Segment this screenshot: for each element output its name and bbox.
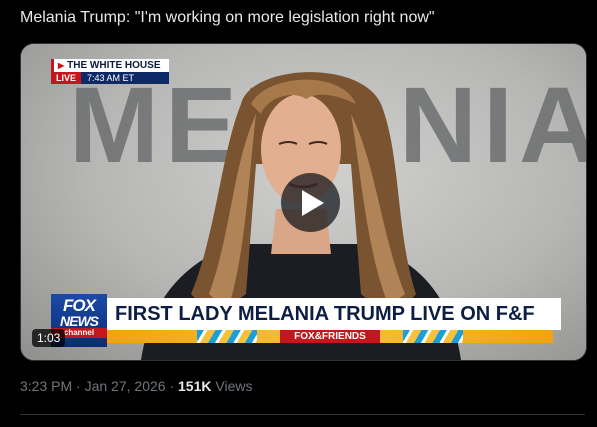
show-ticker: FOX&FRIENDS	[107, 330, 553, 343]
logo-line-fox: FOX	[63, 296, 96, 315]
show-name: FOX&FRIENDS	[280, 330, 380, 343]
duration-badge: 1:03	[32, 329, 66, 347]
post-date[interactable]: Jan 27, 2026	[85, 378, 166, 394]
divider	[20, 414, 585, 415]
bug-time: 7:43 AM ET	[81, 72, 169, 84]
ticker-stripes-right	[403, 330, 463, 343]
live-label: LIVE	[51, 72, 82, 84]
video-player[interactable]: MELANIA ▶ THE WHITE HOUSE LIVE 7:43 AM E…	[20, 43, 587, 361]
separator: ·	[76, 378, 81, 394]
separator: ·	[169, 378, 175, 394]
logo-line-news: NEWS	[60, 313, 99, 329]
bug-status: LIVE 7:43 AM ET	[51, 72, 169, 84]
bug-triangle-icon: ▶	[58, 61, 65, 70]
bug-network-label: THE WHITE HOUSE	[67, 60, 161, 71]
post-time[interactable]: 3:23 PM	[20, 378, 72, 394]
headline-text: FIRST LADY MELANIA TRUMP LIVE ON F&F	[115, 302, 535, 325]
network-bug: ▶ THE WHITE HOUSE LIVE 7:43 AM ET	[51, 59, 169, 84]
views-label: Views	[215, 378, 253, 394]
ticker-stripes-left	[197, 330, 257, 343]
views-count: 151K	[178, 378, 212, 394]
play-icon	[302, 189, 324, 216]
post-metadata: 3:23 PM · Jan 27, 2026 · 151K Views	[20, 378, 252, 394]
headline-bar: FIRST LADY MELANIA TRUMP LIVE ON F&F	[107, 298, 561, 330]
post-text: Melania Trump: "I'm working on more legi…	[20, 9, 435, 26]
lower-third-graphic: FOX NEWS channel FIRST LADY MELANIA TRUM…	[51, 294, 561, 347]
play-button[interactable]	[281, 173, 340, 232]
bug-title: ▶ THE WHITE HOUSE	[51, 59, 169, 72]
